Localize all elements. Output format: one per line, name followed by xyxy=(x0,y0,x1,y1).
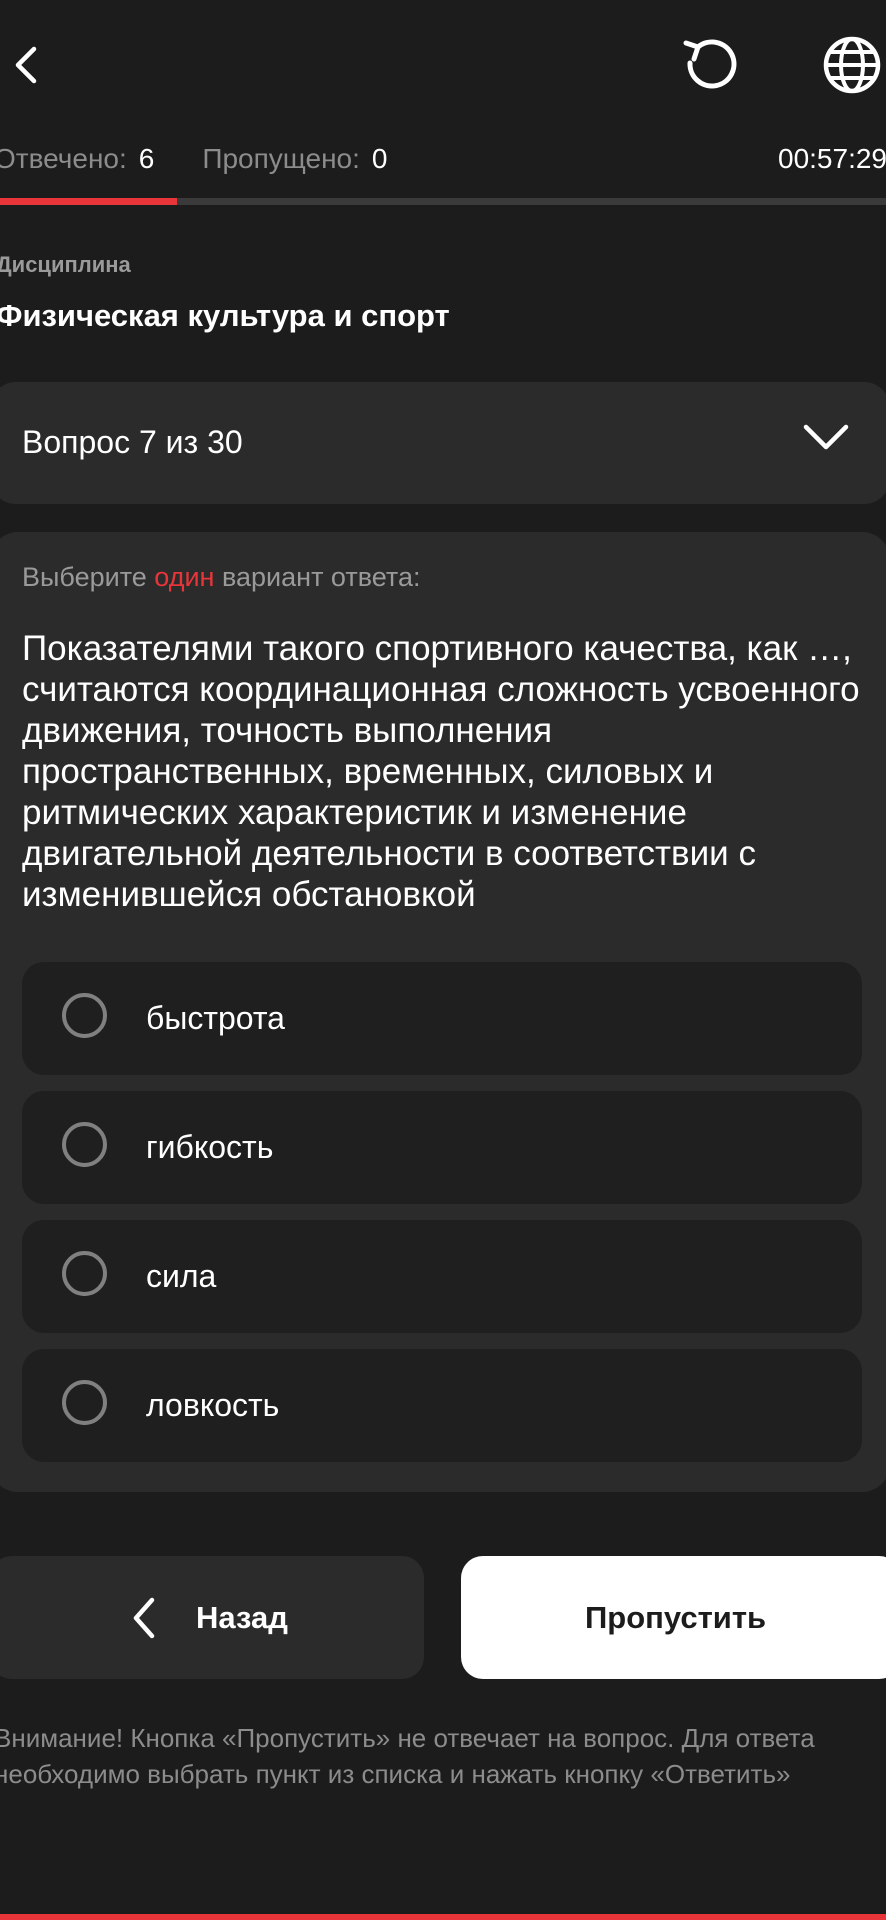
discipline-label: Дисциплина xyxy=(0,252,131,277)
skipped-label: Пропущено: xyxy=(202,143,360,174)
answer-option-label: гибкость xyxy=(146,1129,274,1165)
instruction-prefix: Выберите xyxy=(22,562,147,592)
answer-option[interactable]: сила xyxy=(22,1220,862,1333)
answer-stats: Отвечено: 6 Пропущено: 0 xyxy=(0,143,435,175)
answer-option-label: быстрота xyxy=(146,1000,285,1036)
question-selector[interactable]: Вопрос 7 из 30 xyxy=(0,382,886,504)
chevron-down-icon xyxy=(802,422,850,457)
skip-notice: Внимание! Кнопка «Пропустить» не отвечае… xyxy=(0,1723,815,1789)
globe-icon[interactable] xyxy=(818,30,886,100)
skip-button[interactable]: Пропустить xyxy=(461,1556,886,1679)
answer-instruction: Выберите один вариант ответа: xyxy=(22,562,420,593)
question-card: Выберите один вариант ответа: Показателя… xyxy=(0,532,886,1492)
radio-button[interactable] xyxy=(62,993,107,1038)
instruction-accent: один xyxy=(154,562,215,592)
timer: 00:57:29 xyxy=(778,143,886,174)
reset-icon[interactable] xyxy=(670,30,750,100)
instruction-suffix: вариант ответа: xyxy=(221,562,421,592)
answer-option-label: сила xyxy=(146,1258,217,1294)
answered-count: 6 xyxy=(138,143,155,174)
skip-button-label: Пропустить xyxy=(585,1600,767,1635)
answer-option[interactable]: ловкость xyxy=(22,1349,862,1462)
radio-button[interactable] xyxy=(62,1380,107,1425)
back-button[interactable]: Назад xyxy=(0,1556,424,1679)
question-number: Вопрос 7 из 30 xyxy=(22,424,243,460)
progress-bar-fill xyxy=(0,198,178,205)
answer-option-label: ловкость xyxy=(146,1387,280,1423)
bottom-accent-bar xyxy=(0,1914,886,1920)
question-text: Показателями такого спортивного качества… xyxy=(22,629,860,914)
answer-option[interactable]: быстрота xyxy=(22,962,862,1075)
back-button-label: Назад xyxy=(196,1600,288,1635)
skipped-count: 0 xyxy=(371,143,388,174)
progress-bar xyxy=(0,198,886,205)
discipline-name: Физическая культура и спорт xyxy=(0,298,450,333)
radio-button[interactable] xyxy=(62,1122,107,1167)
radio-button[interactable] xyxy=(62,1251,107,1296)
chevron-left-icon xyxy=(130,1596,158,1645)
answered-label: Отвечено: xyxy=(0,143,127,174)
answer-option[interactable]: гибкость xyxy=(22,1091,862,1204)
back-icon[interactable] xyxy=(0,30,50,100)
